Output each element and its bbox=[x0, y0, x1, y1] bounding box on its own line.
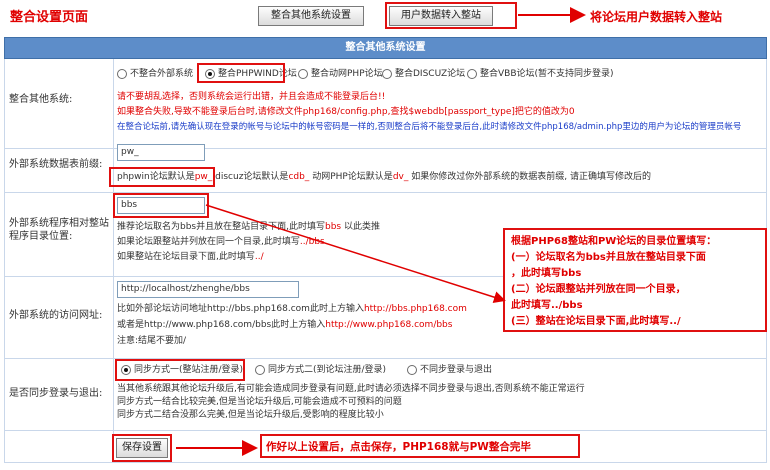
arrow-dir bbox=[205, 204, 506, 303]
annotation-arrows bbox=[176, 7, 586, 456]
